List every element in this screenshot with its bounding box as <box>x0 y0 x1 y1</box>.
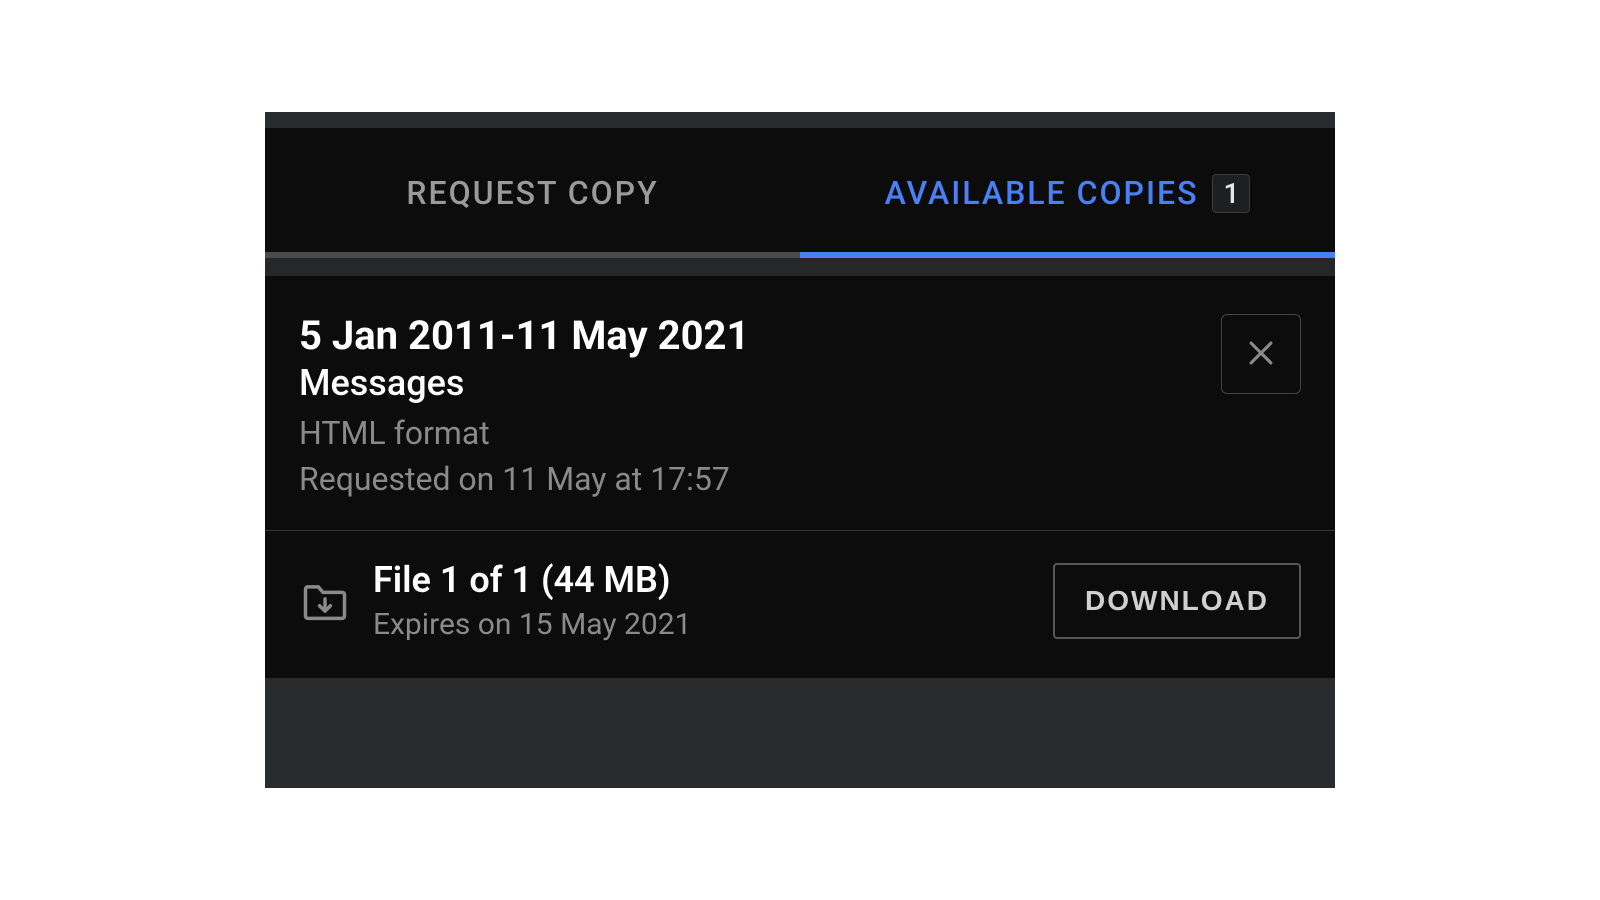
copy-format: HTML format <box>299 414 1221 452</box>
download-button[interactable]: DOWNLOAD <box>1053 563 1301 639</box>
close-icon <box>1244 336 1278 373</box>
file-expiry: Expires on 15 May 2021 <box>373 607 1053 642</box>
file-title: File 1 of 1 (44 MB) <box>373 559 1053 601</box>
file-row: File 1 of 1 (44 MB) Expires on 15 May 20… <box>265 531 1335 678</box>
file-text: File 1 of 1 (44 MB) Expires on 15 May 20… <box>373 559 1053 642</box>
copy-header: 5 Jan 2011-11 May 2021 Messages HTML for… <box>265 276 1335 531</box>
tab-underline-active <box>800 252 1335 258</box>
copy-card: 5 Jan 2011-11 May 2021 Messages HTML for… <box>265 276 1335 678</box>
tab-available-copies[interactable]: AVAILABLE COPIES 1 <box>800 128 1335 258</box>
tabs: REQUEST COPY AVAILABLE COPIES 1 <box>265 128 1335 258</box>
copy-requested-on: Requested on 11 May at 17:57 <box>299 460 1221 498</box>
tab-underline-inactive <box>265 252 800 258</box>
copy-category: Messages <box>299 362 1221 404</box>
stage: REQUEST COPY AVAILABLE COPIES 1 5 Jan 20… <box>0 0 1600 900</box>
available-copies-count-badge: 1 <box>1212 174 1250 213</box>
copy-info: 5 Jan 2011-11 May 2021 Messages HTML for… <box>299 314 1221 498</box>
copy-date-range: 5 Jan 2011-11 May 2021 <box>299 314 1221 358</box>
divider-strip <box>265 258 1335 276</box>
tab-request-copy-label: REQUEST COPY <box>406 174 658 212</box>
panel: REQUEST COPY AVAILABLE COPIES 1 5 Jan 20… <box>265 112 1335 788</box>
tab-available-copies-label: AVAILABLE COPIES <box>885 174 1199 212</box>
top-strip <box>265 112 1335 128</box>
folder-download-icon <box>299 575 351 627</box>
tab-request-copy[interactable]: REQUEST COPY <box>265 128 800 258</box>
bottom-gap <box>265 678 1335 788</box>
close-button[interactable] <box>1221 314 1301 394</box>
